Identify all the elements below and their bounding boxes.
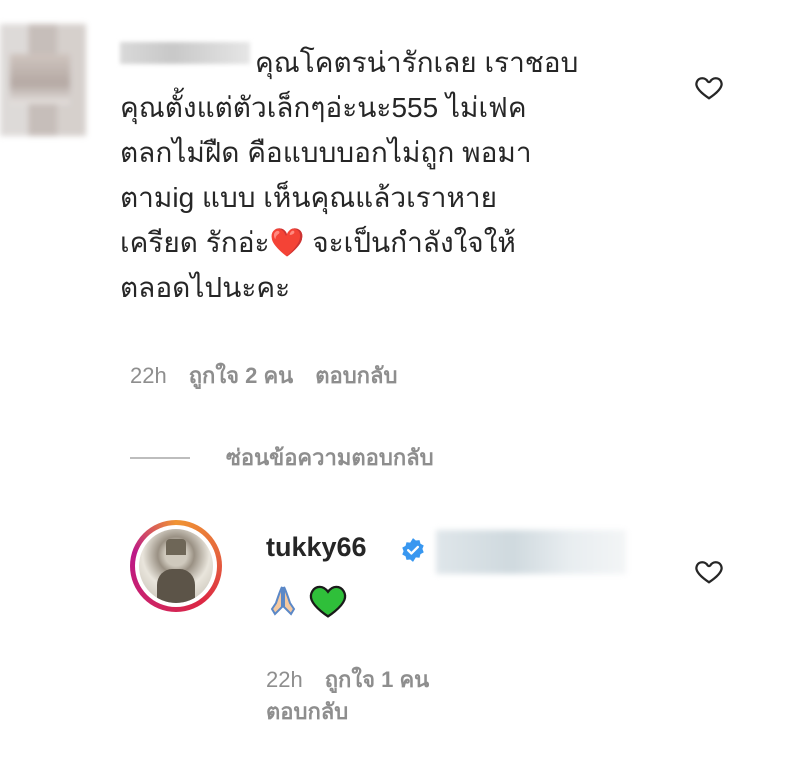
divider-line <box>130 456 190 459</box>
commenter-avatar-blurred[interactable] <box>0 24 86 136</box>
green-heart-icon <box>309 585 347 618</box>
reply-meta-2: ตอบกลับ <box>266 694 348 729</box>
comment-time: 22h <box>130 362 167 388</box>
reply-meta: 22h ถูกใจ 1 คน <box>266 662 429 697</box>
comment-likes-button[interactable]: ถูกใจ 2 คน <box>189 358 294 393</box>
like-heart-icon[interactable] <box>694 72 724 102</box>
verified-badge-icon <box>402 538 424 562</box>
reply-username[interactable]: tukky66 <box>266 532 367 563</box>
reply-avatar[interactable] <box>130 520 222 612</box>
comment-text: คุณโคตรน่ารักเลย เราชอบ คุณตั้งแต่ตัวเล็… <box>120 47 579 303</box>
comment-meta: 22h ถูกใจ 2 คน ตอบกลับ <box>130 358 397 393</box>
reply-text: 🙏💚 <box>266 582 348 618</box>
hide-replies-button[interactable]: ซ่อนข้อความตอบกลับ <box>130 440 434 475</box>
comment-reply-button[interactable]: ตอบกลับ <box>315 358 397 393</box>
reply-likes-button[interactable]: ถูกใจ 1 คน <box>325 662 430 697</box>
reply-time: 22h <box>266 666 303 692</box>
avatar-photo <box>139 529 213 603</box>
praying-hands-icon <box>270 586 296 616</box>
reply-name-blurred <box>436 530 626 574</box>
hide-replies-label: ซ่อนข้อความตอบกลับ <box>226 445 434 470</box>
reply-reply-button[interactable]: ตอบกลับ <box>266 694 348 729</box>
reply-like-heart-icon[interactable] <box>694 556 724 586</box>
